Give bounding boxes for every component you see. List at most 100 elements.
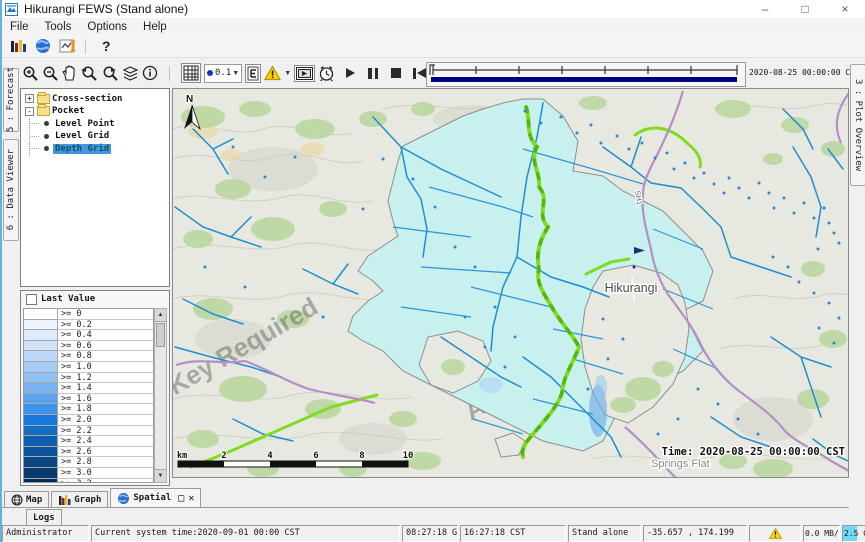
tab-plot-overview[interactable]: 3 : Plot Overview: [850, 64, 865, 186]
folder-icon: [37, 94, 50, 104]
animation-timer-icon[interactable]: [318, 65, 335, 82]
zoom-in-icon[interactable]: [22, 65, 39, 82]
tab-maximize-icon[interactable]: □: [178, 493, 184, 504]
legend-row[interactable]: >= 0: [24, 309, 153, 320]
status-system-time: Current system time:2020-09-01 00:00 CST: [91, 525, 400, 542]
legend-row[interactable]: >= 1.6: [24, 394, 153, 405]
status-memory: 2.5 GB: [842, 525, 865, 542]
zoom-previous-icon[interactable]: [80, 65, 98, 82]
help-button[interactable]: ?: [102, 38, 111, 54]
layers-icon[interactable]: [122, 65, 139, 81]
legend-swatch: [24, 351, 58, 362]
legend-row[interactable]: >= 3.2: [24, 479, 153, 484]
tree-connector: [29, 131, 44, 143]
interval-dot-icon: [207, 70, 213, 76]
menu-options[interactable]: Options: [79, 21, 135, 33]
menu-file[interactable]: File: [2, 21, 37, 33]
info-icon[interactable]: [142, 65, 158, 81]
map-display-icon[interactable]: [35, 38, 51, 54]
status-download-rate: 0.0 MB/s: [803, 525, 840, 542]
tab-logs[interactable]: Logs: [26, 509, 62, 525]
expand-icon[interactable]: +: [25, 94, 34, 103]
legend-row[interactable]: >= 2.0: [24, 415, 153, 426]
legend-row[interactable]: >= 0.8: [24, 351, 153, 362]
animation-movie-icon[interactable]: [294, 65, 315, 82]
legend-row[interactable]: >= 1.2: [24, 373, 153, 384]
chevron-down-icon: ▼: [284, 70, 291, 77]
thresholds-warning-dropdown[interactable]: ▼: [264, 65, 291, 82]
legend-row[interactable]: >= 0.6: [24, 341, 153, 352]
legend-swatch: [24, 468, 58, 479]
legend-label: >= 1.2: [58, 373, 153, 384]
grid-display-icon[interactable]: [181, 63, 201, 83]
map-view[interactable]: API Key Required API Key Required: [172, 88, 849, 478]
menu-bar: File Tools Options Help: [2, 18, 865, 36]
menu-help[interactable]: Help: [135, 21, 175, 33]
skip-to-start-button[interactable]: [413, 68, 426, 79]
pan-hand-icon[interactable]: [62, 65, 77, 81]
close-button[interactable]: ×: [825, 0, 865, 18]
legend-scrollbar[interactable]: ▲ ▼: [154, 308, 167, 483]
play-button[interactable]: [346, 68, 355, 78]
legend-label: >= 0.2: [58, 320, 153, 331]
place-label: Springs Flat: [651, 458, 710, 470]
legend-row[interactable]: >= 1.0: [24, 362, 153, 373]
menu-tools[interactable]: Tools: [37, 21, 80, 33]
legend-row[interactable]: >= 3.0: [24, 468, 153, 479]
scroll-down-icon[interactable]: ▼: [155, 469, 166, 482]
spatial-display-icon[interactable]: [59, 38, 77, 54]
scalebar-toggle-icon[interactable]: [245, 64, 261, 83]
legend-row[interactable]: >= 1.4: [24, 383, 153, 394]
town-label: Hikurangi: [605, 281, 658, 295]
tab-graph[interactable]: Graph: [51, 491, 108, 507]
map-toolbar: 0.1 ▼ ▼: [2, 57, 865, 89]
scroll-thumb[interactable]: [156, 323, 165, 347]
legend-row[interactable]: >= 2.8: [24, 457, 153, 468]
tree-item-depth-grid[interactable]: Depth Grid: [21, 143, 169, 155]
legend-row[interactable]: >= 0.2: [24, 320, 153, 331]
legend-row[interactable]: >= 2.2: [24, 426, 153, 437]
logs-tab-bar: Logs: [2, 507, 849, 526]
zoom-out-icon[interactable]: [42, 65, 59, 82]
legend-row[interactable]: >= 0.4: [24, 330, 153, 341]
main-toolbar: ?: [2, 35, 865, 57]
tree-item-label[interactable]: Level Grid: [53, 131, 111, 141]
scroll-up-icon[interactable]: ▲: [155, 309, 166, 322]
tree-item-pocket[interactable]: - Pocket: [21, 106, 169, 118]
legend-row[interactable]: >= 2.6: [24, 447, 153, 458]
tree-item-level-point[interactable]: Level Point: [21, 118, 169, 130]
zoom-next-icon[interactable]: [101, 65, 119, 82]
tab-forecast[interactable]: 5 : Forecast: [3, 68, 19, 132]
legend-row[interactable]: >= 1.8: [24, 404, 153, 415]
tree-item-label[interactable]: Level Point: [53, 119, 117, 129]
title-bar: Hikurangi FEWS (Stand alone) – □ ×: [2, 0, 865, 18]
tree-item-level-grid[interactable]: Level Grid: [21, 131, 169, 143]
tab-data-viewer[interactable]: 6 : Data Viewer: [3, 139, 19, 241]
last-value-checkbox[interactable]: [26, 294, 37, 305]
stop-button[interactable]: [391, 68, 401, 78]
database-display-icon[interactable]: [10, 38, 27, 54]
contour-interval-dropdown[interactable]: 0.1 ▼: [204, 64, 242, 83]
maximize-button[interactable]: □: [785, 0, 825, 18]
collapse-icon[interactable]: -: [25, 107, 34, 116]
tab-map[interactable]: Map: [4, 491, 49, 507]
minimize-button[interactable]: –: [745, 0, 785, 18]
node-bullet-icon: [44, 121, 49, 126]
bottom-tab-bar: Map Graph Spatial □ ✕: [2, 488, 849, 508]
tab-spatial[interactable]: Spatial □ ✕: [110, 488, 201, 507]
pause-button[interactable]: [368, 68, 378, 79]
svg-text:8: 8: [359, 451, 364, 461]
tree-item-label-selected[interactable]: Depth Grid: [53, 144, 111, 154]
tree-item-label[interactable]: Cross-section: [50, 94, 124, 104]
tab-close-icon[interactable]: ✕: [188, 493, 194, 504]
tree-item-cross-section[interactable]: + Cross-section: [21, 93, 169, 105]
globe-wireframe-icon: [11, 494, 23, 506]
bar-chart-icon: [58, 494, 71, 506]
chevron-down-icon: ▼: [232, 70, 239, 77]
tree-item-label[interactable]: Pocket: [50, 106, 87, 116]
legend-swatch: [24, 447, 58, 458]
legend-row[interactable]: >= 2.4: [24, 436, 153, 447]
timeline-slider[interactable]: [426, 62, 746, 87]
status-warning-cell[interactable]: [749, 525, 801, 542]
tree-connector: [29, 118, 44, 130]
